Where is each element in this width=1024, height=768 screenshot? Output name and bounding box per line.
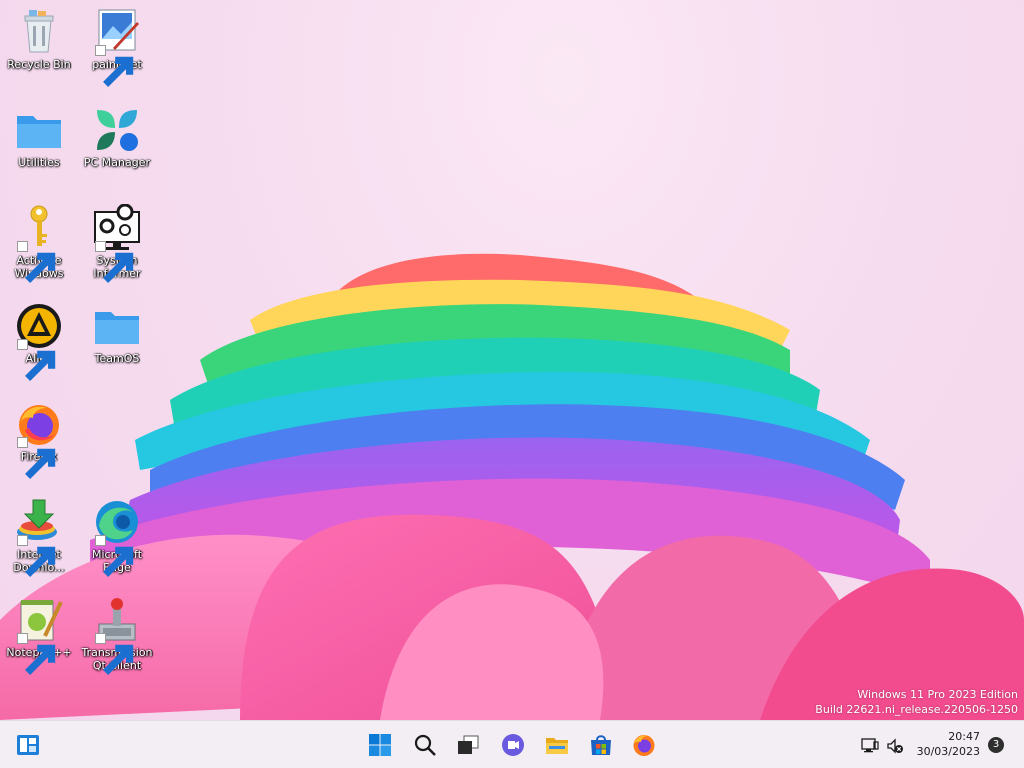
paintnet-icon (93, 8, 141, 87)
desktop[interactable]: Recycle Bin paint.net Utilities PC Manag… (0, 0, 1024, 720)
desktop-icon-label: PC Manager (83, 156, 151, 169)
folder-icon (93, 302, 141, 350)
microsoft-store-icon (589, 733, 613, 757)
shortcut-arrow-icon (95, 633, 134, 675)
desktop-icon-internet-download-manager[interactable]: Internet Downlo... (1, 498, 77, 577)
desktop-icon-recycle-bin[interactable]: Recycle Bin (1, 8, 77, 71)
taskbar: 20:47 30/03/2023 3 (0, 720, 1024, 768)
task-view-button[interactable] (452, 729, 484, 761)
desktop-icon-notepadpp[interactable]: Notepad++ (1, 596, 77, 675)
idm-icon (15, 498, 63, 577)
shortcut-arrow-icon (95, 45, 134, 87)
file-explorer-button[interactable] (541, 729, 573, 761)
windows-start-icon (368, 733, 392, 757)
pc-manager-icon (93, 106, 141, 154)
desktop-icon-pc-manager[interactable]: PC Manager (79, 106, 155, 169)
widgets-button[interactable] (12, 729, 44, 761)
firefox-taskbar-button[interactable] (628, 729, 660, 761)
desktop-icon-system-informer[interactable]: System Informer (79, 204, 155, 283)
desktop-icon-paintnet[interactable]: paint.net (79, 8, 155, 87)
shortcut-arrow-icon (95, 535, 134, 577)
shortcut-arrow-icon (17, 241, 56, 283)
widgets-icon (16, 733, 40, 757)
volume-muted-icon (886, 737, 904, 755)
network-tray-button[interactable] (861, 737, 879, 755)
desktop-icon-aimp[interactable]: AIMP (1, 302, 77, 381)
microsoft-store-button[interactable] (585, 729, 617, 761)
desktop-icon-label: TeamOS (94, 352, 140, 365)
desktop-icon-label: Recycle Bin (7, 58, 71, 71)
clock-time: 20:47 (948, 730, 980, 743)
desktop-icon-label: Utilities (18, 156, 60, 169)
desktop-icon-microsoft-edge[interactable]: Microsoft Edge (79, 498, 155, 577)
shortcut-arrow-icon (17, 339, 56, 381)
firefox-icon (632, 733, 656, 757)
folder-icon (15, 106, 63, 154)
system-informer-icon (93, 204, 141, 283)
recycle-bin-icon (15, 8, 63, 56)
windows-build-watermark: Windows 11 Pro 2023 Edition Build 22621.… (815, 687, 1018, 717)
teams-chat-icon (501, 733, 525, 757)
search-button[interactable] (409, 729, 441, 761)
notification-badge[interactable]: 3 (988, 737, 1004, 753)
desktop-icon-transmission[interactable]: Transmission Qt Client (79, 596, 155, 675)
chat-button[interactable] (497, 729, 529, 761)
search-icon (413, 733, 437, 757)
transmission-icon (93, 596, 141, 675)
desktop-icon-teamos[interactable]: TeamOS (79, 302, 155, 365)
shortcut-arrow-icon (17, 437, 56, 479)
watermark-edition: Windows 11 Pro 2023 Edition (857, 688, 1018, 701)
taskbar-clock[interactable]: 20:47 30/03/2023 (917, 729, 980, 759)
aimp-icon (15, 302, 63, 381)
notepadpp-icon (15, 596, 63, 675)
edge-icon (93, 498, 141, 577)
file-explorer-icon (545, 733, 569, 757)
desktop-icon-utilities[interactable]: Utilities (1, 106, 77, 169)
firefox-icon (15, 400, 63, 479)
key-icon (15, 204, 63, 283)
desktop-icon-activate-windows[interactable]: Activate Windows (1, 204, 77, 283)
volume-tray-button[interactable] (886, 737, 904, 755)
network-icon (861, 737, 879, 755)
shortcut-arrow-icon (17, 535, 56, 577)
shortcut-arrow-icon (17, 633, 56, 675)
task-view-icon (456, 733, 480, 757)
clock-date: 30/03/2023 (916, 745, 980, 758)
shortcut-arrow-icon (95, 241, 134, 283)
watermark-build: Build 22621.ni_release.220506-1250 (815, 703, 1018, 716)
start-button[interactable] (364, 729, 396, 761)
desktop-icon-firefox[interactable]: Firefox (1, 400, 77, 479)
